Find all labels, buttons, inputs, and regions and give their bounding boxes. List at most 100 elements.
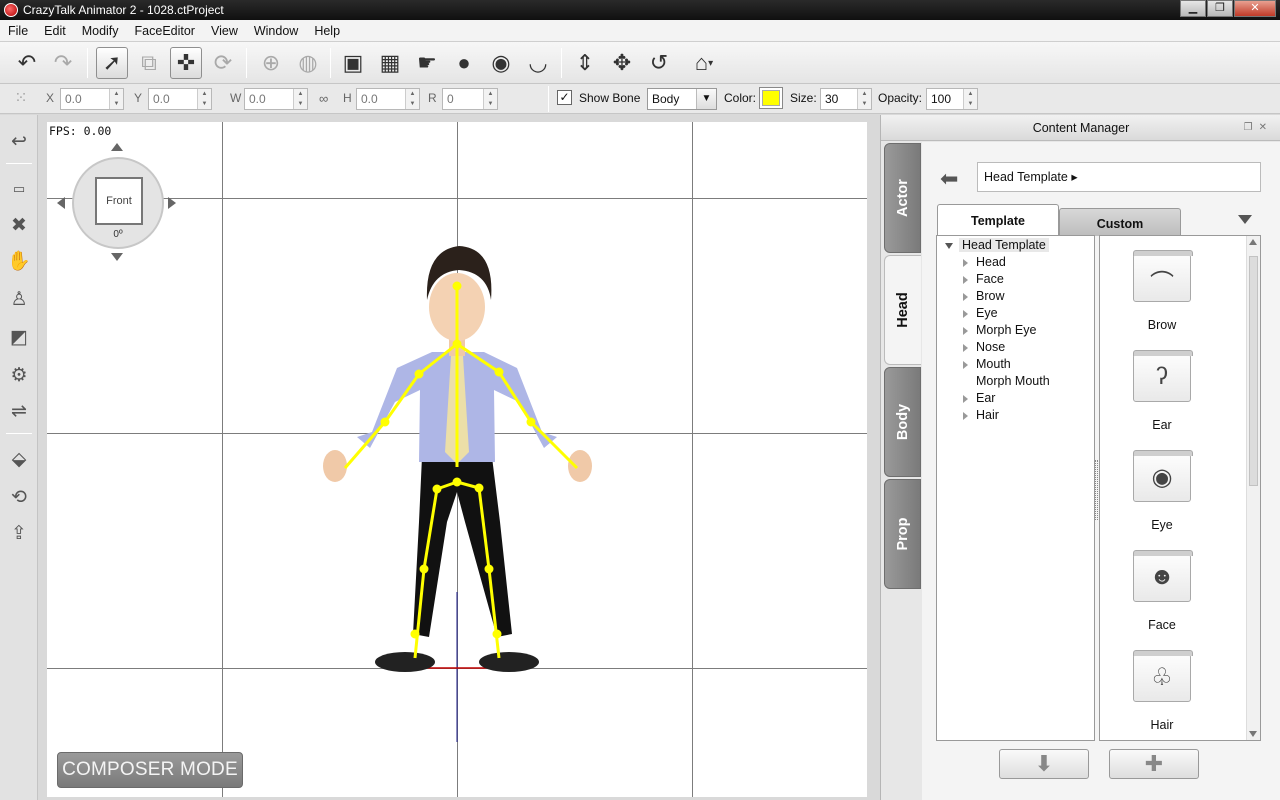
export-icon[interactable]: ⇪ (5, 519, 33, 547)
size-label: Size: (790, 91, 817, 105)
menu-window[interactable]: Window (246, 20, 306, 42)
opacity-input[interactable]: 100 ▲ ▼ (926, 88, 978, 110)
scroll-up-icon[interactable] (1249, 239, 1257, 245)
library-path[interactable]: Head Template ▸ (977, 162, 1261, 192)
stage-viewport[interactable]: FPS: 0.00 Front 0º COMPOSER MODE (47, 122, 867, 797)
bone-reset-icon[interactable]: ⟳ (207, 47, 239, 79)
template-tile[interactable]: ♧ Hair (1132, 650, 1193, 732)
link-icon[interactable]: ∞ (319, 91, 328, 106)
h-input[interactable]: 0.0 ▲ ▼ (356, 88, 420, 110)
scroll-thumb[interactable] (1249, 256, 1258, 486)
select-icon[interactable]: ➚ (96, 47, 128, 79)
icon-scrollbar[interactable] (1246, 236, 1260, 740)
move-icon[interactable]: ✥ (606, 47, 638, 79)
bone-mode-dropdown[interactable]: Body ▼ (647, 88, 717, 110)
head-icon[interactable]: ● (448, 47, 480, 79)
composer-mode-button[interactable]: COMPOSER MODE (57, 752, 243, 788)
back-arrow-icon[interactable]: ⬅ (940, 166, 958, 192)
expand-arrow-icon[interactable] (963, 343, 968, 352)
no-motion-icon[interactable]: ✖ (5, 211, 33, 239)
bone-color-swatch[interactable] (759, 87, 783, 109)
menu-faceeditor[interactable]: FaceEditor (127, 20, 203, 42)
grid-icon[interactable]: ⁙ (8, 84, 34, 112)
bone-edit-icon[interactable]: ✜ (170, 47, 202, 79)
tree-item[interactable]: Eye (963, 306, 998, 320)
show-bone-checkbox[interactable]: ✓ (557, 90, 572, 105)
back-to-stage-icon[interactable]: ↩ (5, 127, 33, 155)
size-input[interactable]: 30 ▲ ▼ (820, 88, 872, 110)
tree-item[interactable]: Brow (963, 289, 1004, 303)
apply-down-button[interactable]: ⬇ (999, 749, 1089, 779)
add-point-icon[interactable]: ◍ (292, 47, 324, 79)
expand-arrow-icon[interactable] (963, 292, 968, 301)
tab-custom[interactable]: Custom (1059, 208, 1181, 236)
expand-arrow-icon[interactable] (963, 360, 968, 369)
character-actor[interactable] (47, 122, 867, 797)
lips-icon[interactable]: ◡ (522, 47, 554, 79)
undo-icon[interactable]: ↶ (11, 47, 43, 79)
g1-g2-convert-icon[interactable]: ✋ (5, 247, 33, 275)
expand-arrow-icon[interactable] (963, 275, 968, 284)
home-icon[interactable]: ⌂ ▾ (682, 47, 726, 79)
tree-item[interactable]: Nose (963, 340, 1005, 354)
minimize-button[interactable]: ▁ (1180, 0, 1206, 17)
close-panel-icon[interactable]: ✕ (1259, 122, 1273, 133)
tree-item[interactable]: Ear (963, 391, 995, 405)
tree-item[interactable]: Morph Eye (963, 323, 1036, 337)
tab-prop[interactable]: Prop (884, 479, 921, 589)
expand-arrow-icon[interactable] (963, 258, 968, 267)
menu-help[interactable]: Help (306, 20, 348, 42)
character-composer-icon[interactable]: ♙ (5, 285, 33, 313)
expand-arrow-icon[interactable] (963, 411, 968, 420)
scroll-down-icon[interactable] (1249, 731, 1257, 737)
sprite-icon[interactable]: ⚙ (5, 361, 33, 389)
menu-file[interactable]: File (0, 20, 36, 42)
expand-arrow-icon[interactable] (963, 394, 968, 403)
tab-head[interactable]: Head (884, 255, 921, 365)
template-tile[interactable]: ☻ Face (1132, 550, 1193, 632)
expand-arrow-icon[interactable] (963, 326, 968, 335)
close-button[interactable]: ✕ (1234, 0, 1276, 17)
template-tile[interactable]: ʔ Ear (1132, 350, 1193, 432)
y-input[interactable]: 0.0 ▲ ▼ (148, 88, 212, 110)
swf-export-icon[interactable]: ▭ (5, 175, 33, 203)
rotate-icon[interactable]: ↺ (643, 47, 675, 79)
add-plus-button[interactable]: ✚ (1109, 749, 1199, 779)
template-tile[interactable]: ⌒ Brow (1132, 250, 1193, 332)
flip-icon[interactable]: ⬙ (5, 445, 33, 473)
w-input[interactable]: 0.0 ▲ ▼ (244, 88, 308, 110)
float-panel-icon[interactable]: ❐ (1244, 122, 1259, 133)
menu-view[interactable]: View (203, 20, 246, 42)
menu-modify[interactable]: Modify (74, 20, 127, 42)
tab-template[interactable]: Template (937, 204, 1059, 236)
tree-item[interactable]: Mouth (963, 357, 1011, 371)
chevron-down-icon[interactable] (1238, 215, 1252, 224)
r-input[interactable]: 0 ▲ ▼ (442, 88, 498, 110)
tab-body[interactable]: Body (884, 367, 921, 477)
tree-item[interactable]: Head (963, 255, 1006, 269)
motion-key-icon[interactable]: ☛ (411, 47, 443, 79)
tree-item[interactable]: Morph Mouth (963, 374, 1050, 388)
template-tile[interactable]: ◉ Eye (1132, 450, 1193, 532)
eye-icon[interactable]: ◉ (485, 47, 517, 79)
tree-item[interactable]: Face (963, 272, 1004, 286)
sprite-editor-icon[interactable]: ▦ (374, 47, 406, 79)
tab-actor[interactable]: Actor (884, 143, 921, 253)
add-bone-icon[interactable]: ⊕ (255, 47, 287, 79)
pane-splitter[interactable] (1095, 460, 1098, 520)
x-input[interactable]: 0.0 ▲ ▼ (60, 88, 124, 110)
tree-item[interactable]: Hair (963, 408, 999, 422)
face-icon: ☻ (1149, 563, 1175, 590)
group-icon[interactable]: ⧉ (133, 47, 165, 79)
puppet-icon[interactable]: ⇌ (5, 397, 33, 425)
image-editor-icon[interactable]: ◩ (5, 323, 33, 351)
redo-icon[interactable]: ↷ (47, 47, 79, 79)
move-vertical-icon[interactable]: ⇕ (569, 47, 601, 79)
tree-root[interactable]: Head Template (945, 238, 1049, 252)
sync-icon[interactable]: ⟲ (5, 483, 33, 511)
expand-arrow-icon[interactable] (963, 309, 968, 318)
face-puppet-icon[interactable]: ▣ (337, 47, 369, 79)
maximize-button[interactable]: ❐ (1207, 0, 1233, 17)
menu-edit[interactable]: Edit (36, 20, 74, 42)
transform-bar: ⁙ X 0.0 ▲ ▼ Y 0.0 ▲ ▼ W 0.0 ▲ ▼ ∞ H 0.0 ▲ ▼ R 0 ▲… (0, 84, 1280, 114)
